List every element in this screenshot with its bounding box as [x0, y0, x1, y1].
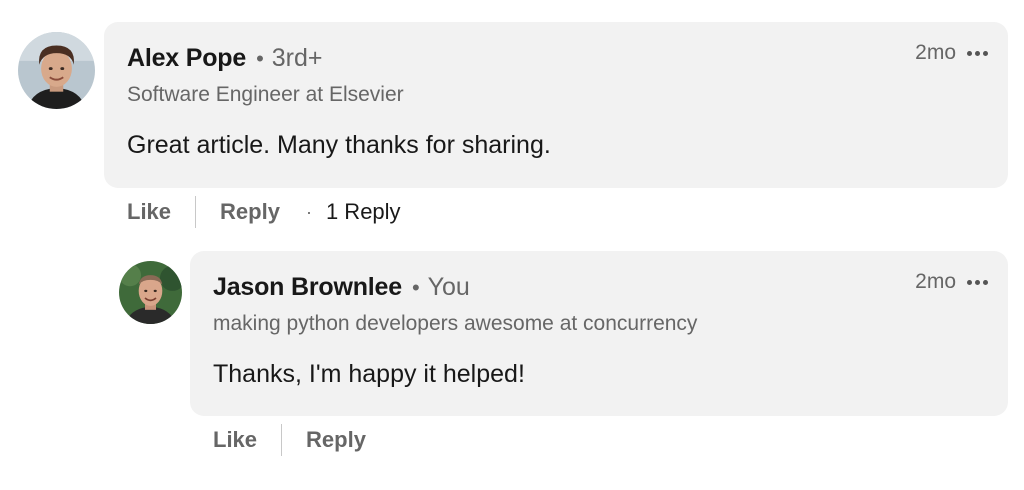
action-divider	[281, 424, 283, 456]
more-options-icon[interactable]	[965, 274, 990, 291]
comment-thread: Alex Pope • 3rd+ Software Engineer at El…	[0, 0, 1024, 490]
timestamp: 2mo	[915, 41, 956, 64]
avatar[interactable]	[119, 261, 182, 324]
author-headline: making python developers awesome at conc…	[213, 312, 698, 335]
profile-photo-alex-pope	[18, 32, 95, 109]
comment-meta: 2mo	[915, 270, 990, 294]
timestamp: 2mo	[915, 270, 956, 293]
comment-header: Jason Brownlee • You	[213, 273, 470, 302]
author-name[interactable]: Alex Pope	[127, 44, 246, 73]
like-button[interactable]: Like	[213, 427, 257, 453]
comment-meta: 2mo	[915, 41, 990, 65]
separator-dot: •	[256, 46, 264, 71]
connection-degree: 3rd+	[271, 44, 323, 72]
comment-text: Great article. Many thanks for sharing.	[127, 131, 551, 159]
connection-degree: You	[427, 273, 470, 301]
action-divider	[195, 196, 197, 228]
author-headline: Software Engineer at Elsevier	[127, 83, 404, 106]
like-button[interactable]: Like	[127, 199, 171, 225]
separator-dot: •	[411, 275, 420, 300]
comment-text: Thanks, I'm happy it helped!	[213, 360, 525, 388]
profile-photo-jason-brownlee	[119, 261, 182, 324]
reply-button[interactable]: Reply	[220, 199, 280, 225]
comment-header: Alex Pope • 3rd+	[127, 44, 323, 73]
comment-actions: Like Reply · 1 Reply	[127, 196, 401, 228]
reply-button[interactable]: Reply	[306, 427, 366, 453]
author-name[interactable]: Jason Brownlee	[213, 273, 402, 302]
reply-count-link[interactable]: 1 Reply	[326, 199, 401, 225]
more-options-icon[interactable]	[965, 45, 990, 62]
avatar[interactable]	[18, 32, 95, 109]
comment-actions: Like Reply	[213, 424, 366, 456]
separator-dot: ·	[305, 201, 312, 222]
